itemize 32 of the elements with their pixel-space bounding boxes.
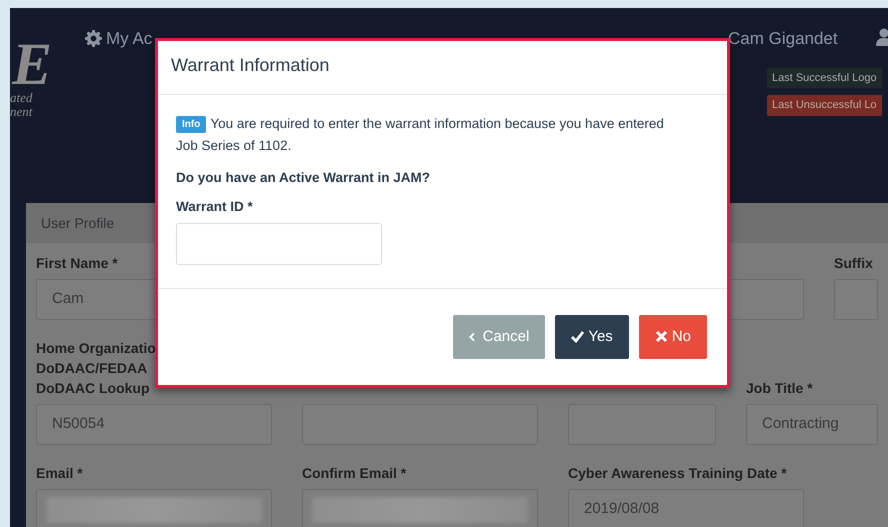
logo-tagline: ated (10, 91, 34, 105)
input-field[interactable]: Contracting (746, 404, 878, 445)
field-label: Job Title * (746, 379, 814, 398)
field-label: Home Organizatio DoDAAC/FEDAA DoDAAC Lookup (36, 339, 157, 398)
input-field[interactable] (36, 489, 272, 527)
input-field[interactable]: N50054 (36, 404, 272, 445)
field-label: Confirm Email * (302, 464, 408, 483)
logo-tagline: nent (10, 105, 34, 119)
no-button[interactable]: No (638, 315, 707, 359)
info-badge: Info (176, 116, 206, 134)
dialog-title: Warrant Information (171, 55, 330, 77)
user-icon[interactable] (876, 28, 888, 46)
input-field[interactable] (302, 489, 538, 527)
cancel-button[interactable]: Cancel (453, 315, 546, 359)
gear-icon (85, 30, 102, 48)
nav-link[interactable]: My Ac (85, 26, 152, 52)
logo-letter: E (12, 34, 54, 94)
input-field[interactable]: 2019/08/08 (568, 489, 804, 527)
field-label: Cyber Awareness Training Date * (568, 464, 788, 483)
field-label: First Name * (36, 254, 119, 273)
field-label: Email * (36, 464, 84, 483)
check-icon (571, 331, 584, 343)
yes-button[interactable]: Yes (555, 315, 629, 359)
logon-badge: Last Unsuccessful Lo (767, 95, 882, 116)
user-name[interactable]: Cam Gigandet (728, 26, 838, 52)
warrant-id-field[interactable] (176, 222, 382, 265)
info-message: You are required to enter the warrant information because you have entered (210, 116, 664, 132)
question-text: Do you have an Active Warrant in JAM? (176, 169, 432, 188)
info-message: Job Series of 1102. (176, 138, 292, 154)
logon-badge: Last Successful Logo (767, 68, 882, 88)
close-icon (654, 331, 668, 343)
field-label: Suffix (834, 254, 874, 273)
